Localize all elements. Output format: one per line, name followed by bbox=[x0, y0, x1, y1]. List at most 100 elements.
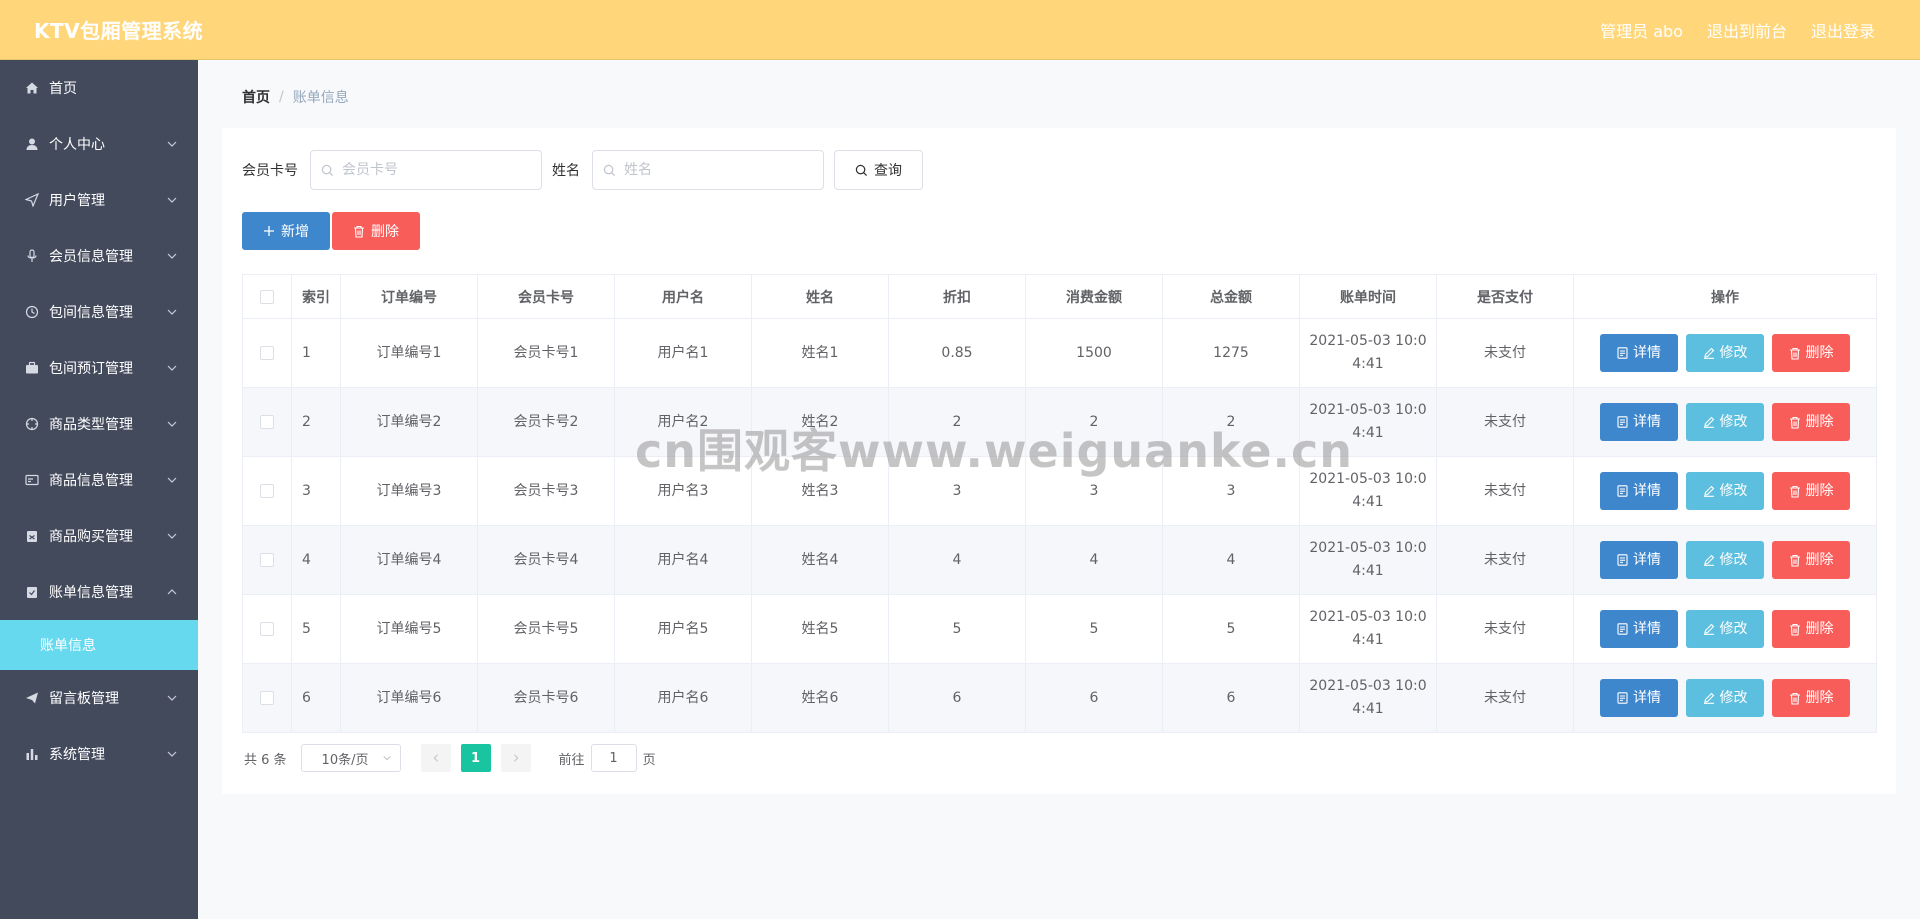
row-actions-cell: 详情 修改 删除 bbox=[1573, 387, 1877, 457]
logout-link[interactable]: 退出登录 bbox=[1811, 18, 1875, 42]
card-number-input[interactable] bbox=[342, 162, 532, 178]
pencil-icon bbox=[1703, 416, 1715, 428]
breadcrumb-separator: / bbox=[279, 89, 284, 105]
delete-button[interactable]: 删除 bbox=[1772, 610, 1850, 648]
name-cell: 姓名1 bbox=[751, 318, 889, 388]
table-row: 6 订单编号6 会员卡号6 用户名6 姓名6 6 6 6 2021-05-03 10:04:41… bbox=[242, 663, 1877, 733]
delete-button[interactable]: 删除 bbox=[1772, 541, 1850, 579]
row-actions-cell: 详情 修改 删除 bbox=[1573, 318, 1877, 388]
document-icon bbox=[1617, 485, 1628, 497]
sidebar-item-bookings[interactable]: 包间预订管理 bbox=[0, 340, 198, 396]
detail-button[interactable]: 详情 bbox=[1600, 472, 1678, 510]
pencil-icon bbox=[1703, 692, 1715, 704]
sidebar-item-bills[interactable]: 账单信息管理 bbox=[0, 564, 198, 620]
select-all-cell bbox=[242, 274, 292, 319]
row-checkbox[interactable] bbox=[260, 414, 274, 429]
page-size-select[interactable]: 10条/页 bbox=[300, 744, 401, 772]
username-cell: 用户名3 bbox=[614, 456, 752, 526]
row-checkbox[interactable] bbox=[260, 552, 274, 567]
detail-button-label: 详情 bbox=[1633, 689, 1661, 706]
delete-button[interactable]: 删除 bbox=[1772, 403, 1850, 441]
goto-page-input[interactable] bbox=[590, 744, 637, 772]
column-header: 账单时间 bbox=[1299, 274, 1437, 319]
breadcrumb-home[interactable]: 首页 bbox=[242, 87, 270, 107]
index-cell: 2 bbox=[291, 387, 341, 457]
select-all-checkbox[interactable] bbox=[260, 289, 274, 304]
column-header: 操作 bbox=[1573, 274, 1877, 319]
sidebar-item-purchases[interactable]: 商品购买管理 bbox=[0, 508, 198, 564]
page-number-current[interactable]: 1 bbox=[460, 744, 491, 772]
delete-button[interactable]: 删除 bbox=[1772, 472, 1850, 510]
edit-button[interactable]: 修改 bbox=[1686, 334, 1764, 372]
row-select-cell bbox=[242, 525, 292, 595]
edit-button[interactable]: 修改 bbox=[1686, 403, 1764, 441]
chevron-down-icon bbox=[167, 309, 177, 315]
row-checkbox[interactable] bbox=[260, 690, 274, 705]
document-icon bbox=[1617, 554, 1628, 566]
trash-icon bbox=[1789, 623, 1801, 636]
detail-button[interactable]: 详情 bbox=[1600, 403, 1678, 441]
column-header: 折扣 bbox=[888, 274, 1026, 319]
bill-time-cell: 2021-05-03 10:04:41 bbox=[1299, 525, 1437, 595]
name-field[interactable] bbox=[592, 150, 824, 190]
bill-time-cell: 2021-05-03 10:04:41 bbox=[1299, 663, 1437, 733]
edit-button[interactable]: 修改 bbox=[1686, 541, 1764, 579]
sidebar-item-home[interactable]: 首页 bbox=[0, 60, 198, 116]
chevron-down-icon bbox=[167, 695, 177, 701]
bill-time-cell: 2021-05-03 10:04:41 bbox=[1299, 318, 1437, 388]
edit-button-label: 修改 bbox=[1719, 344, 1748, 361]
edit-button[interactable]: 修改 bbox=[1686, 472, 1764, 510]
order-number-cell: 订单编号4 bbox=[340, 525, 478, 595]
sidebar-item-rooms[interactable]: 包间信息管理 bbox=[0, 284, 198, 340]
detail-button[interactable]: 详情 bbox=[1600, 610, 1678, 648]
paid-status-cell: 未支付 bbox=[1436, 594, 1574, 664]
sidebar-item-system[interactable]: 系统管理 bbox=[0, 726, 198, 782]
detail-button[interactable]: 详情 bbox=[1600, 334, 1678, 372]
sidebar-subitem-bill-info[interactable]: 账单信息 bbox=[0, 620, 198, 670]
sidebar-item-members[interactable]: 会员信息管理 bbox=[0, 228, 198, 284]
edit-button-label: 修改 bbox=[1719, 620, 1748, 637]
amount-cell: 6 bbox=[1025, 663, 1163, 733]
column-header: 是否支付 bbox=[1436, 274, 1574, 319]
edit-button[interactable]: 修改 bbox=[1686, 679, 1764, 717]
row-checkbox[interactable] bbox=[260, 345, 274, 360]
delete-button[interactable]: 删除 bbox=[1772, 334, 1850, 372]
document-icon bbox=[1617, 692, 1628, 704]
row-checkbox[interactable] bbox=[260, 621, 274, 636]
paid-status-cell: 未支付 bbox=[1436, 525, 1574, 595]
edit-button[interactable]: 修改 bbox=[1686, 610, 1764, 648]
order-number-cell: 订单编号3 bbox=[340, 456, 478, 526]
trash-icon bbox=[1789, 692, 1801, 705]
name-cell: 姓名4 bbox=[751, 525, 889, 595]
sidebar-item-profile[interactable]: 个人中心 bbox=[0, 116, 198, 172]
search-icon bbox=[603, 164, 616, 176]
prev-page-button[interactable] bbox=[420, 744, 451, 772]
delete-button[interactable]: 删除 bbox=[1772, 679, 1850, 717]
next-page-button[interactable] bbox=[500, 744, 531, 772]
detail-button[interactable]: 详情 bbox=[1600, 541, 1678, 579]
row-checkbox[interactable] bbox=[260, 483, 274, 498]
sidebar-item-users[interactable]: 用户管理 bbox=[0, 172, 198, 228]
sidebar-item-product-types[interactable]: 商品类型管理 bbox=[0, 396, 198, 452]
sidebar-item-messages[interactable]: 留言板管理 bbox=[0, 670, 198, 726]
add-button[interactable]: 新增 bbox=[242, 212, 330, 250]
search-icon bbox=[321, 164, 334, 176]
name-cell: 姓名6 bbox=[751, 663, 889, 733]
detail-button[interactable]: 详情 bbox=[1600, 679, 1678, 717]
chevron-up-icon bbox=[167, 589, 177, 595]
trash-icon bbox=[1789, 554, 1801, 567]
briefcase-icon bbox=[24, 360, 40, 376]
card-number-field[interactable] bbox=[310, 150, 542, 190]
plus-icon bbox=[264, 226, 274, 236]
paid-status-cell: 未支付 bbox=[1436, 318, 1574, 388]
chevron-down-icon bbox=[382, 755, 391, 761]
back-to-front-link[interactable]: 退出到前台 bbox=[1707, 18, 1787, 42]
pencil-icon bbox=[1703, 554, 1715, 566]
sidebar-item-products[interactable]: 商品信息管理 bbox=[0, 452, 198, 508]
username-cell: 用户名1 bbox=[614, 318, 752, 388]
index-cell: 5 bbox=[291, 594, 341, 664]
name-input[interactable] bbox=[624, 162, 814, 178]
batch-delete-button[interactable]: 删除 bbox=[332, 212, 420, 250]
detail-button-label: 详情 bbox=[1633, 344, 1661, 361]
query-button[interactable]: 查询 bbox=[834, 150, 923, 190]
